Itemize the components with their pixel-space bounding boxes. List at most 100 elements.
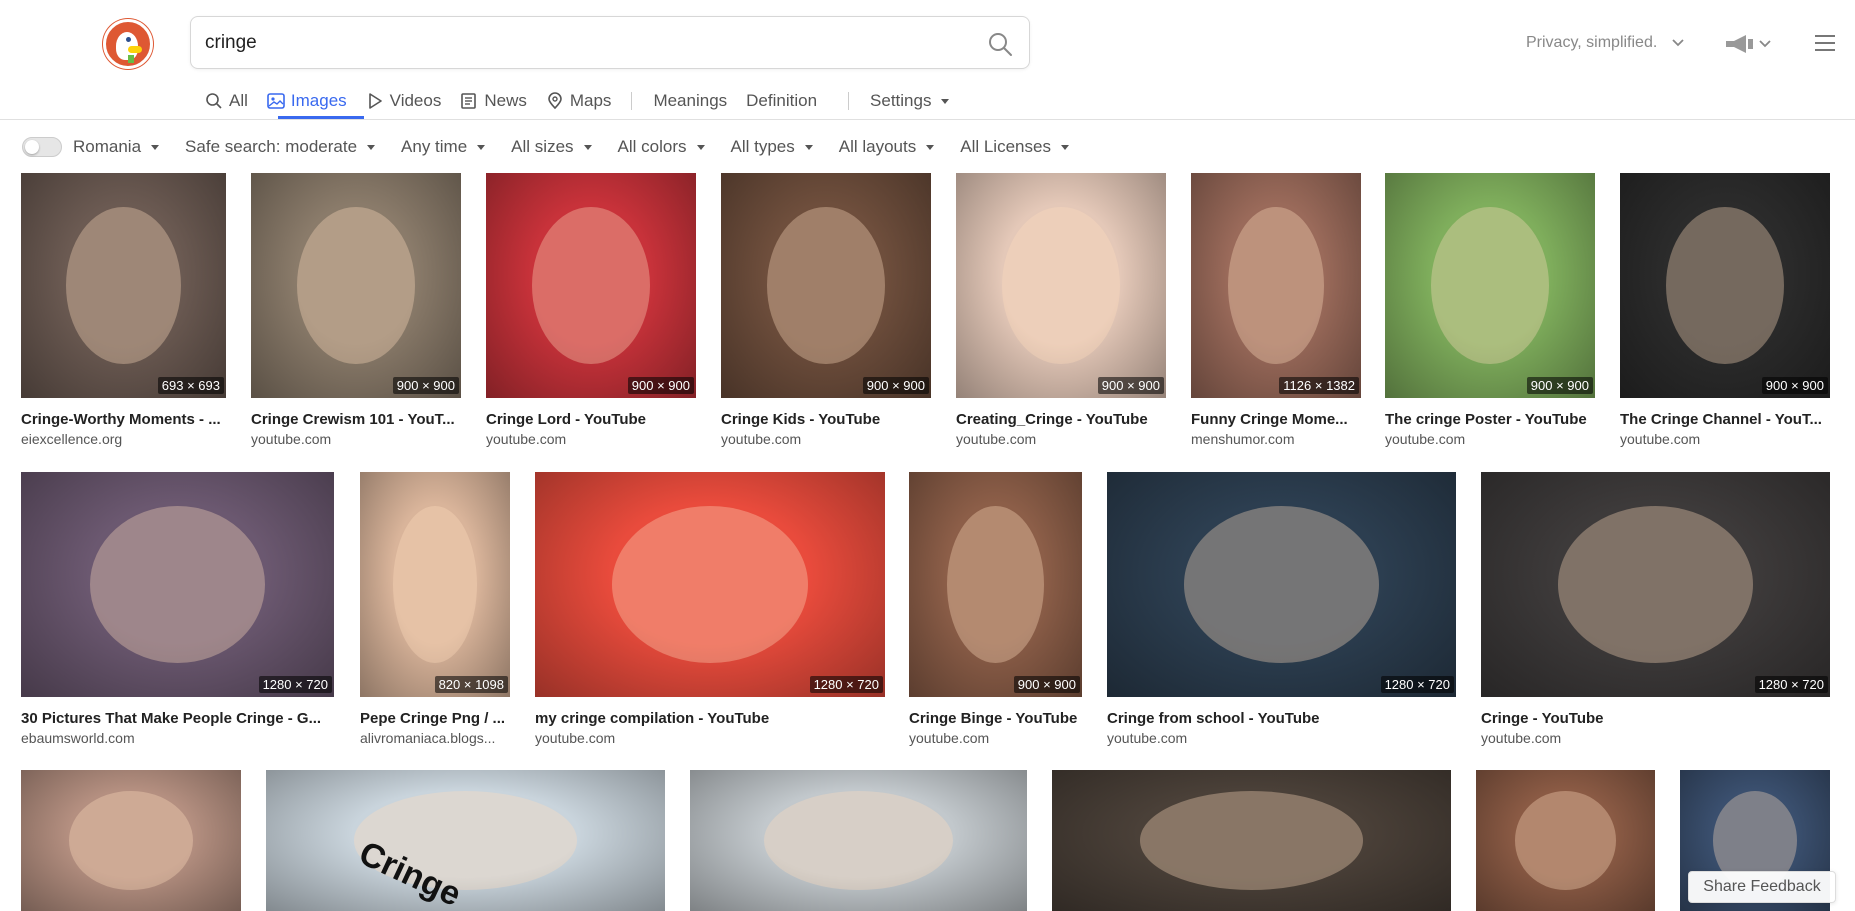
tab-definition[interactable]: Definition	[746, 86, 817, 116]
result-thumbnail[interactable]: 1280 × 720	[1107, 472, 1456, 697]
tab-images[interactable]: Images	[267, 86, 347, 116]
result-thumbnail[interactable]: 900 × 900	[909, 472, 1082, 697]
result-source[interactable]: alivromaniaca.blogs...	[360, 730, 510, 746]
region-toggle[interactable]	[22, 137, 62, 157]
result-title[interactable]: Pepe Cringe Png / ...	[360, 710, 510, 727]
image-result[interactable]: 900 × 900 Cringe Binge - YouTube youtube.c…	[909, 472, 1082, 752]
result-title[interactable]: The Cringe Channel - YouT...	[1620, 411, 1830, 428]
result-thumbnail[interactable]: 1280 × 720	[535, 472, 885, 697]
result-title[interactable]: Cringe Crewism 101 - YouT...	[251, 411, 461, 428]
result-source[interactable]: youtube.com	[1481, 730, 1830, 746]
image-result[interactable]: 1280 × 720 Cringe from school - YouTube yo…	[1107, 472, 1456, 752]
result-thumbnail[interactable]: 900 × 900	[251, 173, 461, 398]
result-source[interactable]: menshumor.com	[1191, 431, 1361, 447]
tab-maps[interactable]: Maps	[546, 86, 611, 116]
filter-sizes[interactable]: All sizes	[511, 137, 592, 157]
result-title[interactable]: The cringe Poster - YouTube	[1385, 411, 1595, 428]
megaphone-icon[interactable]	[1724, 33, 1772, 55]
filter-layouts[interactable]: All layouts	[839, 137, 935, 157]
image-result[interactable]: 1126 × 1382 Funny Cringe Mome... menshumor…	[1191, 173, 1361, 453]
duck-eye	[126, 37, 131, 42]
image-result[interactable]	[1476, 770, 1655, 911]
result-title[interactable]: Cringe from school - YouTube	[1107, 710, 1456, 727]
result-source[interactable]: youtube.com	[486, 431, 696, 447]
image-result[interactable]: 900 × 900 The Cringe Channel - YouT... you…	[1620, 173, 1830, 453]
result-source[interactable]: youtube.com	[909, 730, 1082, 746]
news-icon	[461, 93, 477, 109]
result-thumbnail[interactable]: 900 × 900	[956, 173, 1166, 398]
result-thumbnail[interactable]: 900 × 900	[1385, 173, 1595, 398]
image-result[interactable]: Cringe	[266, 770, 665, 911]
search-input[interactable]	[205, 29, 965, 57]
result-title[interactable]: Funny Cringe Mome...	[1191, 411, 1361, 428]
result-thumbnail[interactable]: Cringe	[266, 770, 665, 911]
result-source[interactable]: ebaumsworld.com	[21, 730, 334, 746]
search-icon[interactable]	[987, 31, 1013, 57]
duckduckgo-logo[interactable]	[103, 19, 153, 69]
result-source[interactable]: youtube.com	[1107, 730, 1456, 746]
result-source[interactable]: youtube.com	[956, 431, 1166, 447]
filter-colors[interactable]: All colors	[618, 137, 705, 157]
result-thumbnail[interactable]: 900 × 900	[1620, 173, 1830, 398]
result-title[interactable]: Cringe Lord - YouTube	[486, 411, 696, 428]
filter-safe-search[interactable]: Safe search: moderate	[185, 137, 376, 157]
share-feedback-button[interactable]: Share Feedback	[1688, 871, 1836, 903]
result-thumbnail[interactable]: 900 × 900	[486, 173, 696, 398]
result-title[interactable]: Cringe Binge - YouTube	[909, 710, 1082, 727]
image-result[interactable]: 1280 × 720 my cringe compilation - YouTub…	[535, 472, 885, 752]
tab-settings[interactable]: Settings	[870, 86, 950, 116]
result-source[interactable]: youtube.com	[1385, 431, 1595, 447]
result-source[interactable]: youtube.com	[251, 431, 461, 447]
result-thumbnail[interactable]: 820 × 1098	[360, 472, 510, 697]
tab-all[interactable]: All	[205, 86, 248, 116]
result-thumbnail[interactable]	[1476, 770, 1655, 911]
result-title[interactable]: Cringe-Worthy Moments - ...	[21, 411, 226, 428]
result-thumbnail[interactable]	[1052, 770, 1451, 911]
hamburger-menu-icon[interactable]	[1815, 34, 1835, 52]
result-thumbnail[interactable]	[21, 770, 241, 911]
result-title[interactable]: 30 Pictures That Make People Cringe - G.…	[21, 710, 334, 727]
tab-videos[interactable]: Videos	[366, 86, 441, 116]
image-result[interactable]	[690, 770, 1027, 911]
result-title[interactable]: my cringe compilation - YouTube	[535, 710, 885, 727]
result-thumbnail[interactable]: 1280 × 720	[21, 472, 334, 697]
image-result[interactable]: 900 × 900 Cringe Crewism 101 - YouT... you…	[251, 173, 461, 453]
result-title[interactable]: Creating_Cringe - YouTube	[956, 411, 1166, 428]
image-result[interactable]	[1052, 770, 1451, 911]
privacy-dropdown[interactable]: Privacy, simplified.	[1526, 34, 1684, 52]
filter-licenses[interactable]: All Licenses	[960, 137, 1069, 157]
result-source[interactable]: youtube.com	[721, 431, 931, 447]
result-thumbnail[interactable]: 900 × 900	[721, 173, 931, 398]
image-result[interactable]: 900 × 900 Cringe Kids - YouTube youtube.co…	[721, 173, 931, 453]
result-title[interactable]: Cringe Kids - YouTube	[721, 411, 931, 428]
filter-types[interactable]: All types	[731, 137, 813, 157]
filter-time[interactable]: Any time	[401, 137, 486, 157]
tab-meanings[interactable]: Meanings	[653, 86, 727, 116]
image-result[interactable]: 900 × 900 Cringe Lord - YouTube youtube.co…	[486, 173, 696, 453]
image-result[interactable]: 1280 × 720 Cringe - YouTube youtube.com	[1481, 472, 1830, 752]
image-result[interactable]: 693 × 693 Cringe-Worthy Moments - ... eiex…	[21, 173, 226, 453]
filter-region[interactable]: Romania	[73, 137, 160, 157]
image-result[interactable]: 900 × 900 Creating_Cringe - YouTube youtub…	[956, 173, 1166, 453]
result-source[interactable]: youtube.com	[1620, 431, 1830, 447]
caret-down-icon	[941, 98, 950, 104]
result-thumbnail[interactable]: 693 × 693	[21, 173, 226, 398]
image-dimensions-badge: 1280 × 720	[258, 676, 332, 693]
image-result[interactable]: 1280 × 720 30 Pictures That Make People C…	[21, 472, 334, 752]
result-thumbnail[interactable]	[690, 770, 1027, 911]
result-thumbnail[interactable]: 1126 × 1382	[1191, 173, 1361, 398]
search-box	[190, 16, 1030, 69]
search-type-tabs: All Images Videos News Maps Meanings Def…	[205, 86, 968, 116]
result-source[interactable]: youtube.com	[535, 730, 885, 746]
image-result[interactable]: 820 × 1098 Pepe Cringe Png / ... alivroman…	[360, 472, 510, 752]
thumbnail-subject	[66, 206, 181, 365]
image-dimensions-badge: 900 × 900	[1761, 377, 1828, 394]
result-title[interactable]: Cringe - YouTube	[1481, 710, 1830, 727]
image-result[interactable]	[21, 770, 241, 911]
filter-label: Safe search: moderate	[185, 137, 358, 156]
tab-news[interactable]: News	[460, 86, 527, 116]
image-result[interactable]: 900 × 900 The cringe Poster - YouTube yout…	[1385, 173, 1595, 453]
tab-label: Settings	[870, 91, 932, 110]
result-thumbnail[interactable]: 1280 × 720	[1481, 472, 1830, 697]
result-source[interactable]: eiexcellence.org	[21, 431, 226, 447]
